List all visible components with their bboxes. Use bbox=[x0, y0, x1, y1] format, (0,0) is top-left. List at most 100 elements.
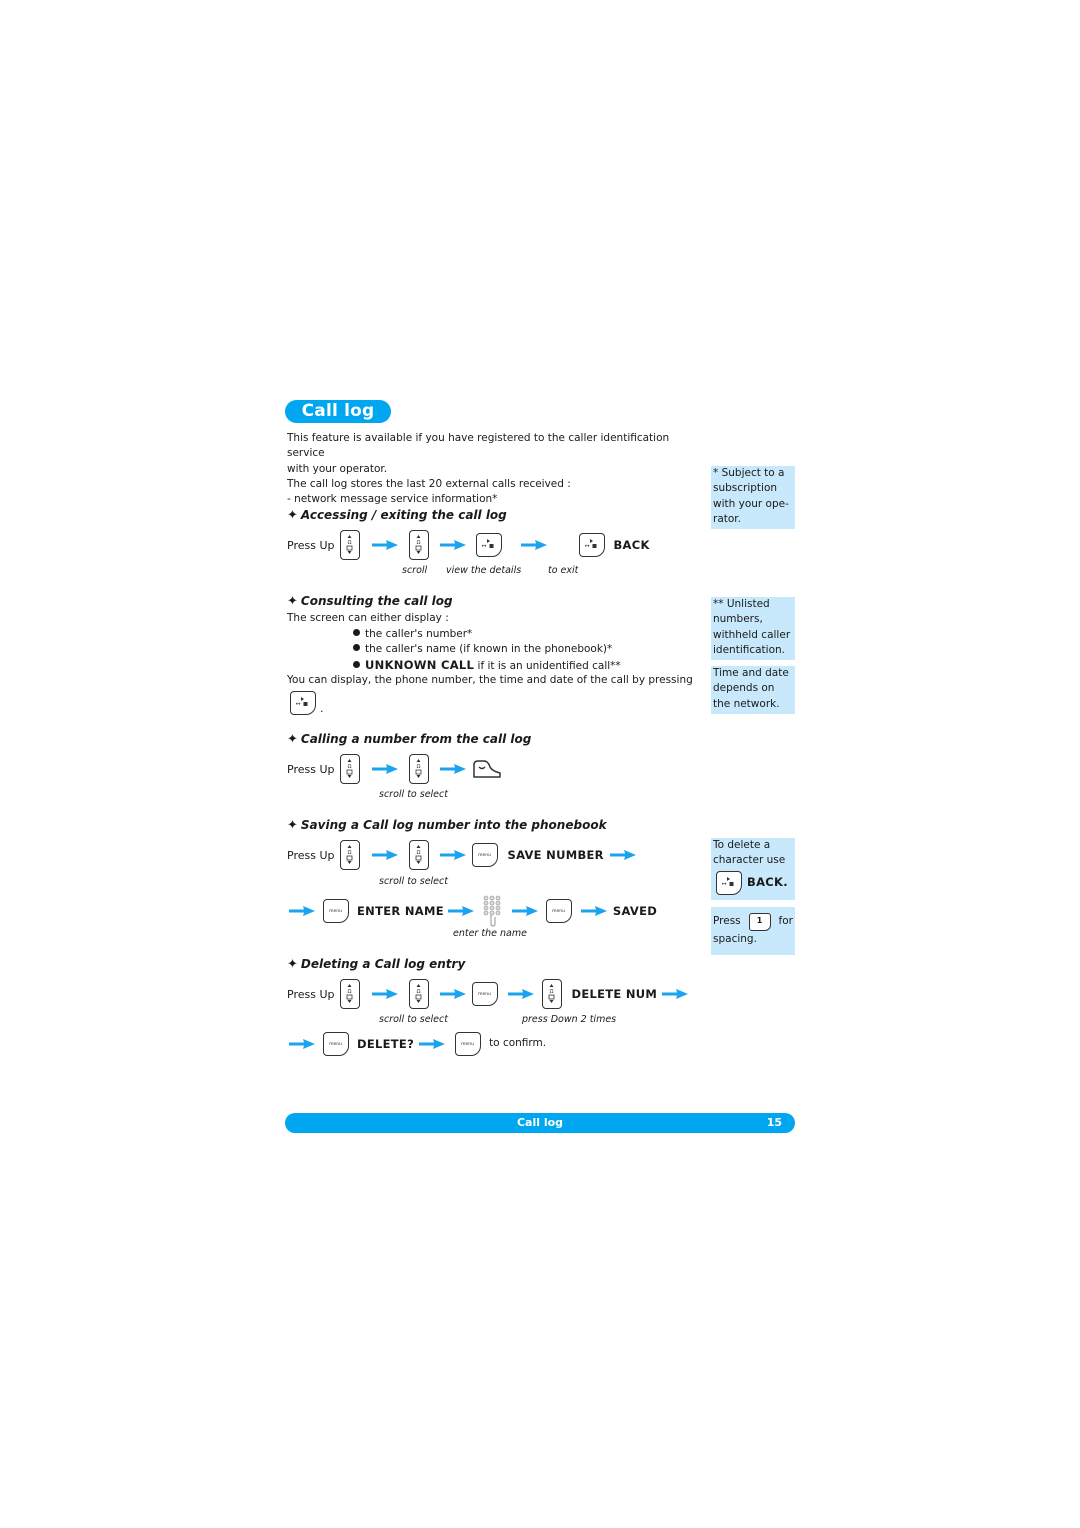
svg-text:↔: ↔ bbox=[721, 880, 726, 887]
deleting-steps-1: Press Up Ω Ω menu Ω DELETE NUM bbox=[287, 979, 689, 1009]
press-up-label: Press Up bbox=[287, 538, 335, 552]
bullet-icon bbox=[353, 644, 360, 652]
heading-text: Saving a Call log number into the phoneb… bbox=[300, 818, 607, 832]
note-line: spacing. bbox=[713, 933, 757, 945]
page-title: Call log bbox=[285, 400, 391, 423]
caption-view-details: view the details bbox=[446, 565, 522, 576]
arrow-right-icon bbox=[289, 1039, 315, 1049]
nav-up-down-key-icon: Ω bbox=[340, 840, 361, 870]
note-line: Time and date bbox=[713, 667, 789, 679]
svg-text:menu: menu bbox=[479, 992, 492, 997]
arrow-right-icon bbox=[289, 906, 315, 916]
arrow-right-icon bbox=[521, 540, 548, 550]
nav-up-down-key-icon: Ω bbox=[409, 754, 430, 784]
for-label: for bbox=[778, 915, 793, 928]
right-softkey-icon: ↔ bbox=[716, 870, 742, 895]
caption-scroll-select: scroll to select bbox=[379, 876, 448, 887]
section-heading-accessing: ✦ Accessing / exiting the call log bbox=[287, 508, 507, 523]
deleting-steps-2: menu DELETE? menu to confirm. bbox=[289, 1032, 546, 1056]
arrow-right-icon bbox=[440, 540, 467, 550]
svg-text:Ω: Ω bbox=[348, 764, 352, 770]
caption-enter-name: enter the name bbox=[453, 928, 527, 939]
nav-up-down-key-icon: Ω bbox=[409, 530, 430, 560]
note-line: identification. bbox=[713, 643, 786, 656]
to-confirm-text: to confirm. bbox=[489, 1037, 547, 1050]
svg-text:Ω: Ω bbox=[417, 850, 421, 856]
period: . bbox=[320, 701, 324, 715]
note-line: * Subject to a bbox=[713, 467, 785, 479]
svg-text:menu: menu bbox=[479, 853, 492, 858]
note-back-row: ↔ BACK. bbox=[716, 870, 793, 895]
note-subscription: * Subject to a subscription with your op… bbox=[711, 466, 795, 529]
arrow-right-icon bbox=[440, 764, 467, 774]
arrow-right-icon bbox=[580, 906, 607, 916]
arrow-right-icon bbox=[372, 540, 399, 550]
note-line: subscription bbox=[713, 482, 778, 495]
svg-text:Ω: Ω bbox=[417, 989, 421, 995]
note-line: character use bbox=[713, 854, 786, 867]
section-heading-consulting: ✦ Consulting the call log bbox=[287, 594, 453, 609]
note-line: with your ope- bbox=[713, 497, 789, 510]
bullet-icon bbox=[353, 629, 360, 636]
arrow-right-icon bbox=[372, 850, 399, 860]
note-line: To delete a bbox=[713, 839, 771, 851]
caption-scroll: scroll bbox=[402, 565, 428, 576]
enter-name-label: ENTER NAME bbox=[357, 904, 444, 918]
arrow-right-icon bbox=[419, 1039, 446, 1049]
press-up-label: Press Up bbox=[287, 848, 335, 862]
caption-press-down: press Down 2 times bbox=[522, 1014, 617, 1025]
svg-text:menu: menu bbox=[329, 909, 342, 914]
heading-text: Accessing / exiting the call log bbox=[300, 508, 507, 522]
intro-line: This feature is available if you have re… bbox=[287, 432, 670, 460]
consulting-key-row: ↔ . bbox=[290, 691, 324, 715]
saved-label: SAVED bbox=[612, 904, 658, 918]
arrow-right-icon bbox=[372, 989, 399, 999]
svg-text:↔: ↔ bbox=[585, 543, 590, 550]
svg-text:menu: menu bbox=[461, 1042, 474, 1047]
note-unlisted: ** Unlisted numbers, withheld caller ide… bbox=[711, 597, 795, 660]
heading-text: Consulting the call log bbox=[300, 594, 453, 608]
bullet-item: the caller's name (if known in the phone… bbox=[353, 642, 621, 657]
consulting-outro: You can display, the phone number, the t… bbox=[287, 674, 693, 686]
note-line: numbers, bbox=[713, 613, 763, 626]
svg-text:Ω: Ω bbox=[550, 989, 554, 995]
consulting-intro: The screen can either display : bbox=[287, 612, 449, 624]
section-heading-deleting: ✦ Deleting a Call log entry bbox=[287, 957, 465, 972]
press-up-label: Press Up bbox=[287, 762, 335, 776]
svg-text:↔: ↔ bbox=[482, 543, 487, 550]
nav-up-down-key-icon: Ω bbox=[340, 530, 361, 560]
svg-text:Ω: Ω bbox=[417, 764, 421, 770]
save-number-label: SAVE NUMBER bbox=[507, 848, 604, 862]
keypad-icon bbox=[482, 895, 502, 927]
nav-up-down-key-icon: Ω bbox=[409, 979, 430, 1009]
back-label: BACK. bbox=[747, 874, 788, 889]
menu-key-icon: menu bbox=[545, 899, 572, 923]
note-line: ** Unlisted bbox=[713, 598, 770, 610]
saving-steps-2: menu ENTER NAME menu SAVED bbox=[289, 895, 657, 927]
right-softkey-icon: ↔ bbox=[476, 533, 503, 557]
right-softkey-icon: ↔ bbox=[290, 691, 316, 715]
menu-key-icon: menu bbox=[472, 982, 499, 1006]
note-time-date: Time and date depends on the network. bbox=[711, 666, 795, 714]
svg-text:Ω: Ω bbox=[348, 989, 352, 995]
nav-up-down-key-icon: Ω bbox=[340, 979, 361, 1009]
arrow-right-icon bbox=[440, 989, 467, 999]
section-heading-calling: ✦ Calling a number from the call log bbox=[287, 732, 531, 747]
diamond-star-icon: ✦ bbox=[287, 818, 298, 833]
note-line: withheld caller bbox=[713, 628, 791, 641]
svg-text:↔: ↔ bbox=[295, 701, 300, 708]
svg-text:Ω: Ω bbox=[417, 540, 421, 546]
note-delete-character: To delete a character use ↔ BACK. bbox=[711, 838, 795, 900]
bullet-text: if it is an unidentified call** bbox=[474, 659, 621, 672]
caption-scroll-select: scroll to select bbox=[379, 1014, 448, 1025]
intro-line: The call log stores the last 20 external… bbox=[287, 477, 571, 490]
back-label: BACK bbox=[613, 538, 650, 552]
arrow-right-icon bbox=[508, 989, 535, 999]
caption-to-exit: to exit bbox=[548, 565, 579, 576]
bullet-icon bbox=[353, 660, 360, 668]
heading-text: Deleting a Call log entry bbox=[300, 957, 466, 971]
saving-steps-1: Press Up Ω Ω menu SAVE NUMBER bbox=[287, 840, 636, 870]
footer-title: Call log bbox=[516, 1116, 564, 1129]
bullet-text: the caller's number* bbox=[365, 628, 473, 640]
right-softkey-icon: ↔ bbox=[579, 533, 606, 557]
